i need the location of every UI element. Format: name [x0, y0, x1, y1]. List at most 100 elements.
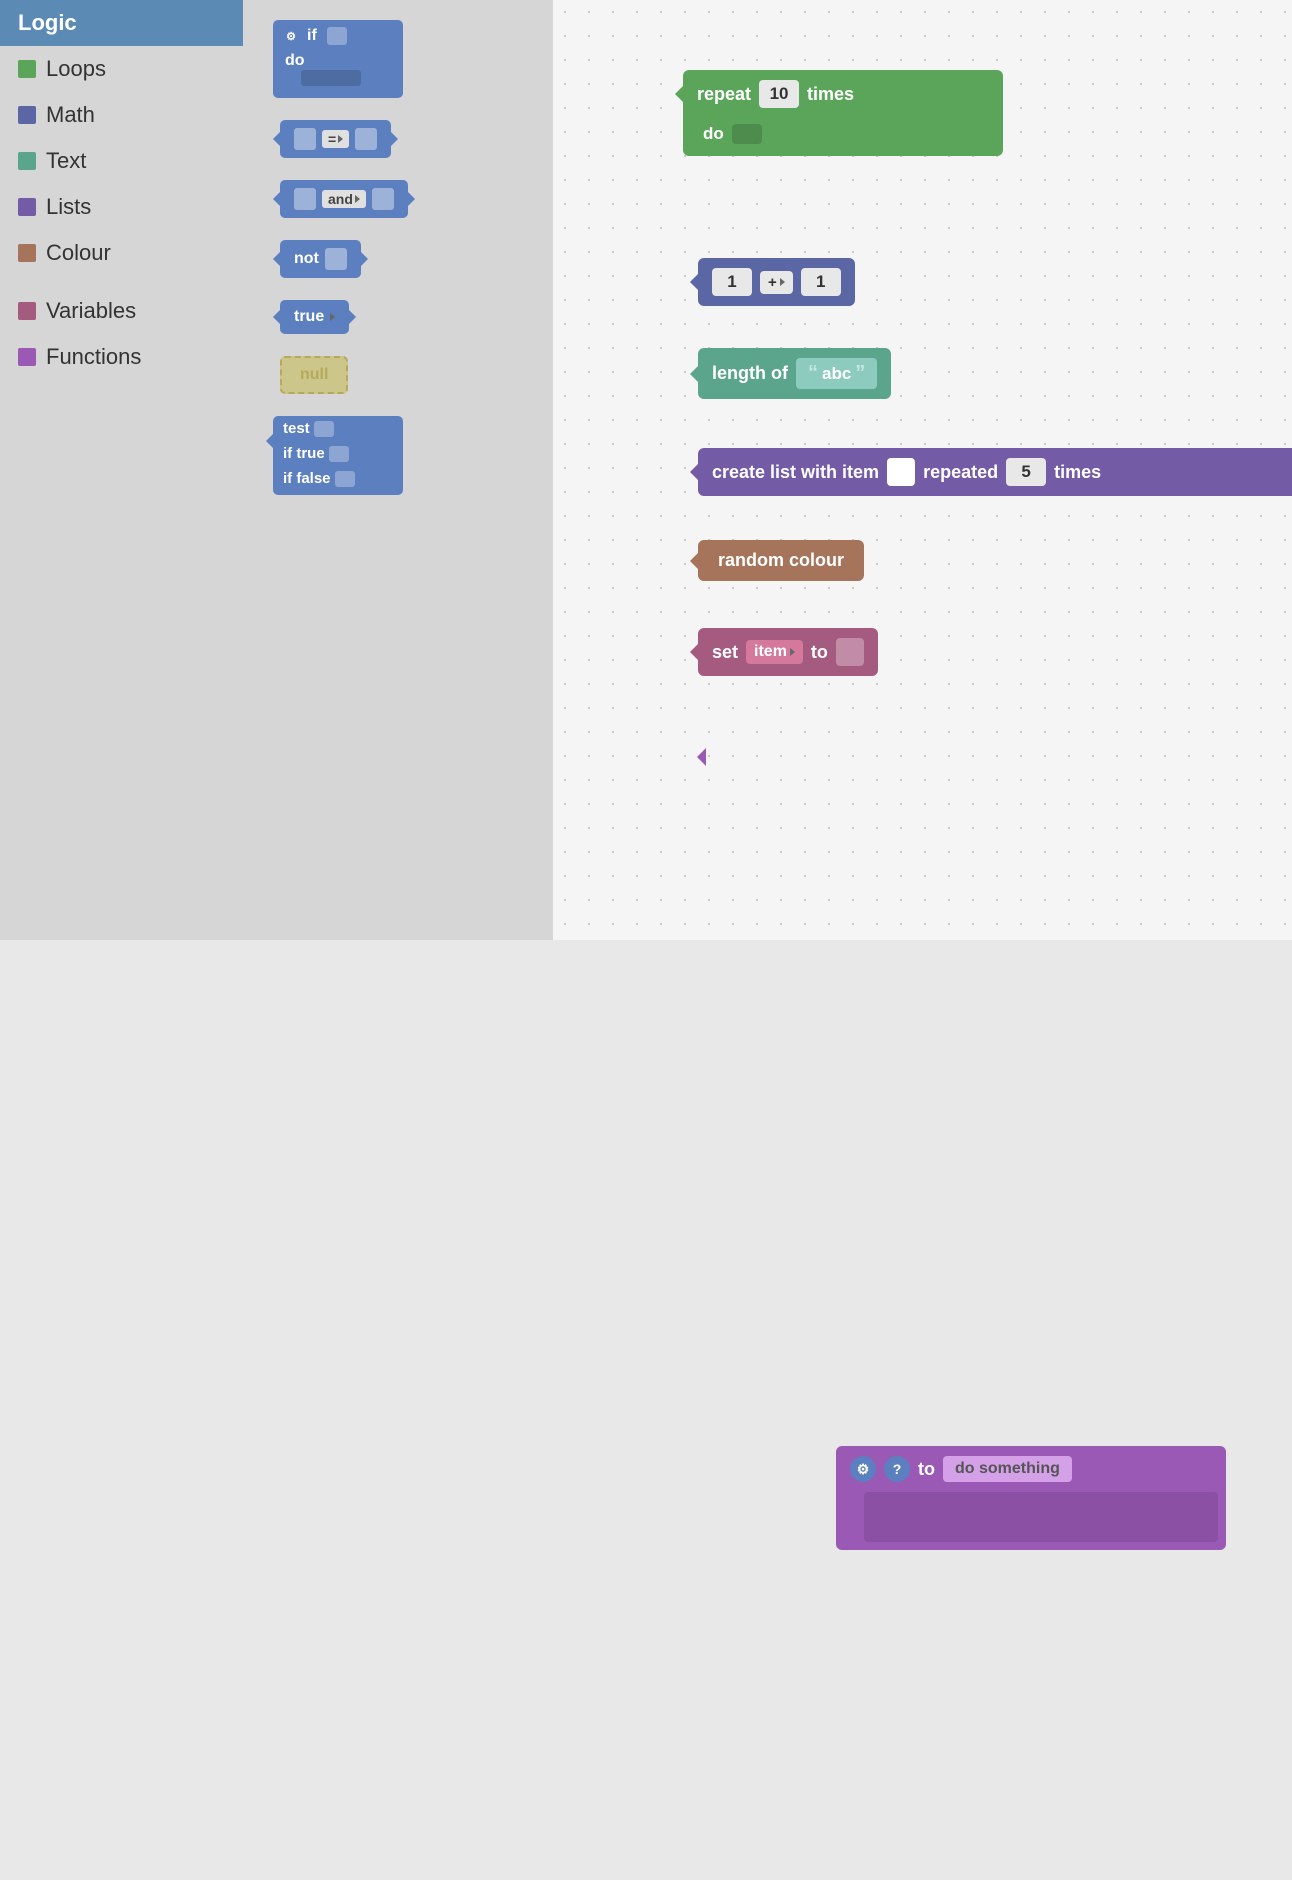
- length-of-label: length of: [712, 363, 788, 384]
- var-name-label: item: [754, 643, 787, 661]
- text-value-box[interactable]: “ abc ”: [796, 358, 877, 389]
- repeat-do-row: do: [683, 118, 1003, 156]
- text-length-block[interactable]: length of “ abc ”: [698, 348, 891, 399]
- repeat-label: repeat: [697, 84, 751, 105]
- sidebar-label-text: Text: [46, 148, 86, 174]
- sidebar-label-math: Math: [46, 102, 95, 128]
- close-quote-icon: ”: [855, 362, 865, 385]
- functions-gear-icon: ⚙: [850, 1456, 876, 1482]
- text-value: abc: [822, 364, 851, 384]
- repeat-do-label: do: [703, 124, 724, 144]
- if-do-label: do: [285, 52, 305, 69]
- repeat-outer: repeat 10 times do: [683, 70, 1003, 156]
- var-to-slot: [836, 638, 864, 666]
- preview-if-block[interactable]: ⚙ if do: [273, 20, 403, 98]
- blocks-panel: ⚙ if do = and not true: [243, 0, 553, 940]
- preview-true-block[interactable]: true: [280, 300, 349, 334]
- preview-eq-block[interactable]: =: [280, 120, 391, 158]
- eq-op-btn[interactable]: =: [322, 130, 349, 148]
- workspace: repeat 10 times do 1 + 1 length of “ abc…: [553, 0, 1292, 940]
- variables-color-dot: [18, 302, 36, 320]
- and-op-label: and: [328, 191, 353, 207]
- lists-times-label: times: [1054, 462, 1101, 483]
- sidebar-item-math[interactable]: Math: [0, 92, 243, 138]
- lists-create-label: create list with item: [712, 462, 879, 483]
- sidebar-item-variables[interactable]: Variables: [0, 288, 243, 334]
- true-dropdown-icon: [330, 313, 335, 321]
- eq-right-slot: [355, 128, 377, 150]
- lists-item-slot: [887, 458, 915, 486]
- functions-to-label: to: [918, 1459, 935, 1480]
- sidebar-label-loops: Loops: [46, 56, 106, 82]
- and-dropdown-icon: [355, 195, 360, 203]
- ternary-test-slot: [314, 421, 334, 437]
- ternary-test-label: test: [283, 420, 310, 437]
- math-op-dropdown-icon: [780, 278, 785, 286]
- functions-question-icon: ?: [884, 1456, 910, 1482]
- math-left-value[interactable]: 1: [712, 268, 752, 296]
- sidebar-label-functions: Functions: [46, 344, 141, 370]
- variables-set-block[interactable]: set item to: [698, 628, 878, 676]
- preview-null-block[interactable]: null: [280, 356, 348, 394]
- math-right-value[interactable]: 1: [801, 268, 841, 296]
- eq-op-label: =: [328, 131, 336, 147]
- lists-color-dot: [18, 198, 36, 216]
- loops-color-dot: [18, 60, 36, 78]
- functions-color-dot: [18, 348, 36, 366]
- repeat-value[interactable]: 10: [759, 80, 799, 108]
- sidebar-item-text[interactable]: Text: [0, 138, 243, 184]
- preview-not-block[interactable]: not: [280, 240, 361, 278]
- text-color-dot: [18, 152, 36, 170]
- sidebar-item-colour[interactable]: Colour: [0, 230, 243, 276]
- if-label: if: [307, 27, 317, 45]
- sidebar-item-functions[interactable]: Functions: [0, 334, 243, 380]
- set-label: set: [712, 642, 738, 663]
- sidebar-item-logic[interactable]: Logic: [0, 0, 243, 46]
- repeat-times-label: times: [807, 84, 854, 105]
- eq-left-slot: [294, 128, 316, 150]
- lists-times-value[interactable]: 5: [1006, 458, 1046, 486]
- and-left-slot: [294, 188, 316, 210]
- ternary-if-false-label: if false: [283, 470, 331, 487]
- sidebar-label-logic: Logic: [18, 10, 77, 36]
- repeat-do-slot: [732, 124, 762, 144]
- eq-dropdown-icon: [338, 135, 343, 143]
- ternary-left-notch: [266, 434, 273, 448]
- functions-block[interactable]: ⚙ ? to do something: [836, 1446, 1226, 1550]
- sidebar: Logic Loops Math Text Lists Colour Varia…: [0, 0, 243, 940]
- repeat-block[interactable]: repeat 10 times do: [683, 70, 1003, 156]
- and-op-btn[interactable]: and: [322, 190, 366, 208]
- functions-top-row: ⚙ ? to do something: [836, 1446, 1226, 1492]
- preview-and-block[interactable]: and: [280, 180, 408, 218]
- true-label: true: [294, 308, 324, 326]
- sidebar-label-lists: Lists: [46, 194, 91, 220]
- repeat-top-row: repeat 10 times: [683, 70, 1003, 118]
- colour-color-dot: [18, 244, 36, 262]
- math-color-dot: [18, 106, 36, 124]
- math-add-block[interactable]: 1 + 1: [698, 258, 855, 306]
- math-op-btn[interactable]: +: [760, 271, 793, 294]
- do-something-label[interactable]: do something: [943, 1456, 1072, 1482]
- lists-repeated-label: repeated: [923, 462, 998, 483]
- random-colour-block[interactable]: random colour: [698, 540, 864, 581]
- if-do-slot: [301, 70, 361, 86]
- and-right-slot: [372, 188, 394, 210]
- ternary-if-true-label: if true: [283, 445, 325, 462]
- functions-left-notch-icon: [697, 748, 706, 766]
- sidebar-label-colour: Colour: [46, 240, 111, 266]
- not-label: not: [294, 250, 319, 268]
- sidebar-item-loops[interactable]: Loops: [0, 46, 243, 92]
- to-label: to: [811, 642, 828, 663]
- lists-create-block[interactable]: create list with item repeated 5 times: [698, 448, 1292, 496]
- ternary-true-slot: [329, 446, 349, 462]
- open-quote-icon: “: [808, 362, 818, 385]
- var-name-button[interactable]: item: [746, 640, 803, 664]
- not-slot: [325, 248, 347, 270]
- var-dropdown-icon: [790, 648, 795, 656]
- preview-ternary-block[interactable]: test if true if false: [273, 416, 403, 495]
- random-colour-label: random colour: [718, 550, 844, 571]
- sidebar-label-variables: Variables: [46, 298, 136, 324]
- ternary-false-slot: [335, 471, 355, 487]
- if-gear-icon: ⚙: [281, 26, 301, 46]
- sidebar-item-lists[interactable]: Lists: [0, 184, 243, 230]
